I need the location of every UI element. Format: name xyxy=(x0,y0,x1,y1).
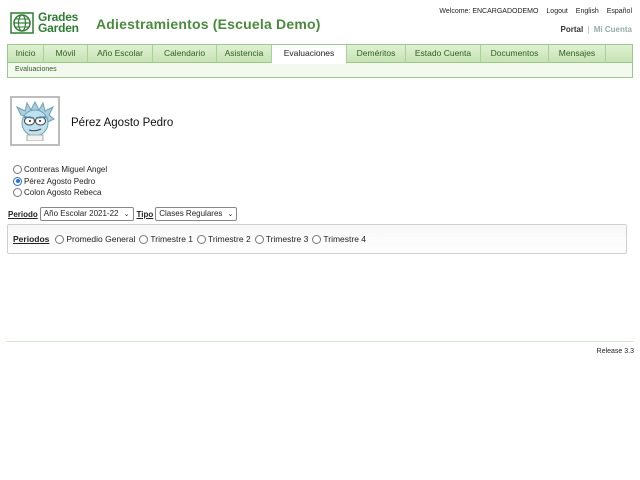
periodo-select[interactable]: Año Escolar 2021-22 ⌄ xyxy=(39,207,134,221)
tab-calendario[interactable]: Calendario xyxy=(153,45,217,63)
periods-label: Periodos xyxy=(13,234,50,244)
tipo-select[interactable]: Clases Regulares ⌄ xyxy=(155,207,238,221)
tab-documentos[interactable]: Documentos xyxy=(481,45,549,63)
radio-icon[interactable] xyxy=(197,234,207,244)
tab-evaluaciones[interactable]: Evaluaciones xyxy=(272,45,347,64)
chevron-down-icon: ⌄ xyxy=(123,211,130,218)
header: Grades Garden Adiestramientos (Escuela D… xyxy=(10,8,632,38)
period-option-label: Trimestre 3 xyxy=(265,234,309,244)
release-version: Release 3.3 xyxy=(596,348,634,355)
student-selector: Contreras Miguel Angel Pérez Agosto Pedr… xyxy=(13,164,107,199)
tab-movil[interactable]: Móvil xyxy=(44,45,88,63)
tipo-select-value: Clases Regulares xyxy=(159,209,223,218)
student-option[interactable]: Pérez Agosto Pedro xyxy=(13,176,107,188)
top-links: Welcome: ENCARGADODEMO Logout English Es… xyxy=(433,8,632,15)
student-option[interactable]: Contreras Miguel Angel xyxy=(13,164,107,176)
student-option-label: Colon Agosto Rebeca xyxy=(24,188,102,198)
footer-divider xyxy=(6,341,634,342)
tab-demeritos[interactable]: Deméritos xyxy=(347,45,406,63)
period-option-label: Promedio General xyxy=(66,234,136,244)
period-option-label: Trimestre 1 xyxy=(150,234,194,244)
period-option[interactable]: Promedio General xyxy=(55,234,135,244)
portal-separator: | xyxy=(587,25,590,34)
nav-tabs: Inicio Móvil Año Escolar Calendario Asis… xyxy=(8,45,632,64)
student-avatar-icon xyxy=(15,101,55,141)
english-link[interactable]: English xyxy=(576,8,599,15)
period-option-label: Trimestre 4 xyxy=(323,234,367,244)
avatar xyxy=(10,96,60,146)
radio-icon[interactable] xyxy=(13,188,22,198)
tab-ano-escolar[interactable]: Año Escolar xyxy=(88,45,153,63)
period-option[interactable]: Trimestre 4 xyxy=(312,234,366,244)
radio-icon[interactable] xyxy=(254,234,264,244)
site-title: Adiestramientos (Escuela Demo) xyxy=(96,16,321,32)
welcome-text: Welcome: ENCARGADODEMO xyxy=(439,8,539,15)
main-nav: Inicio Móvil Año Escolar Calendario Asis… xyxy=(7,44,633,78)
subnav-evaluaciones[interactable]: Evaluaciones xyxy=(8,63,632,77)
period-option[interactable]: Trimestre 3 xyxy=(254,234,309,244)
tipo-label: Tipo xyxy=(136,209,154,219)
period-option[interactable]: Trimestre 1 xyxy=(139,234,193,244)
chevron-down-icon: ⌄ xyxy=(227,211,234,218)
student-option[interactable]: Colon Agosto Rebeca xyxy=(13,187,107,199)
radio-icon[interactable] xyxy=(139,234,149,244)
radio-icon[interactable] xyxy=(55,234,65,244)
periods-panel: Periodos Promedio General Trimestre 1 Tr… xyxy=(7,224,627,254)
mi-cuenta-link[interactable]: Mi Cuenta xyxy=(594,25,632,34)
grades-garden-logo[interactable]: Grades Garden xyxy=(10,10,82,36)
radio-icon[interactable] xyxy=(312,234,322,244)
student-profile xyxy=(10,96,60,146)
radio-icon[interactable] xyxy=(13,165,22,175)
filters-bar: Periodo Año Escolar 2021-22 ⌄ Tipo Clase… xyxy=(8,207,240,221)
period-option[interactable]: Trimestre 2 xyxy=(197,234,251,244)
tab-mensajes[interactable]: Mensajes xyxy=(549,45,606,63)
periodo-select-value: Año Escolar 2021-22 xyxy=(43,209,119,218)
tab-inicio[interactable]: Inicio xyxy=(8,45,44,63)
portal-links: Portal | Mi Cuenta xyxy=(561,25,632,34)
student-option-label: Contreras Miguel Angel xyxy=(24,165,108,175)
globe-logo-icon xyxy=(10,12,34,34)
student-name: Pérez Agosto Pedro xyxy=(71,117,174,129)
period-option-label: Trimestre 2 xyxy=(208,234,251,244)
tab-estado-cuenta[interactable]: Estado Cuenta xyxy=(406,45,481,63)
radio-checked-icon[interactable] xyxy=(13,176,22,186)
student-option-label: Pérez Agosto Pedro xyxy=(24,176,96,186)
logo-text-garden: Garden xyxy=(38,21,79,35)
logout-link[interactable]: Logout xyxy=(546,8,567,15)
portal-link[interactable]: Portal xyxy=(561,25,584,34)
periodo-label: Periodo xyxy=(8,209,38,219)
espanol-link[interactable]: Español xyxy=(607,8,632,15)
tab-asistencia[interactable]: Asistencia xyxy=(217,45,272,63)
